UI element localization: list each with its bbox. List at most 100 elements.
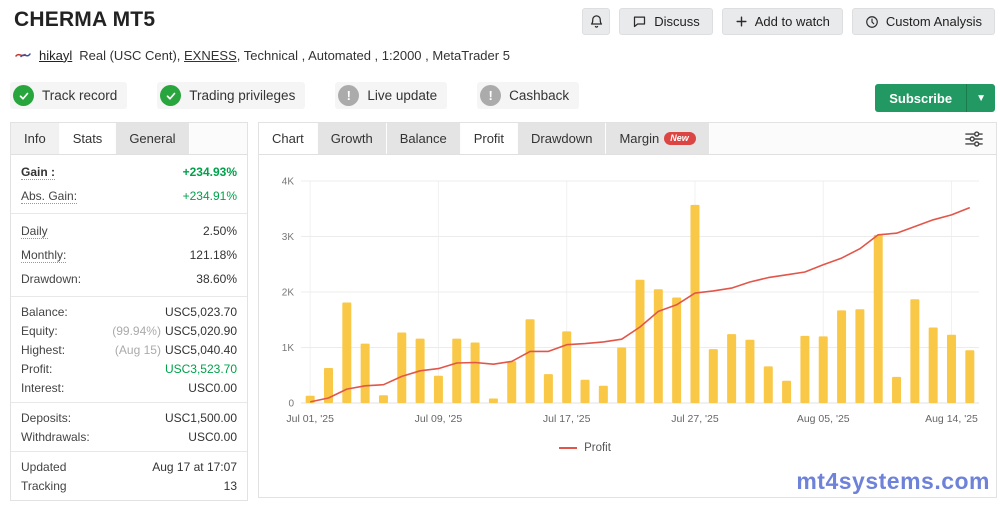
- equity-label: Equity:: [21, 323, 58, 338]
- broker-link[interactable]: EXNESS: [184, 48, 237, 63]
- stat-row-profit: Profit: USC3,523.70: [21, 359, 237, 378]
- svg-text:Jul 27, '25: Jul 27, '25: [671, 413, 719, 425]
- equity-value: (99.94%) USC5,020.90: [112, 323, 237, 338]
- rates-group: Daily 2.50% Monthly: 121.18% Drawdown: 3…: [11, 214, 247, 297]
- updated-value: Aug 17 at 17:07: [152, 459, 237, 474]
- stat-row-abs-gain: Abs. Gain: +234.91%: [21, 184, 237, 208]
- add-to-watch-button[interactable]: Add to watch: [721, 8, 843, 35]
- deposits-value: USC1,500.00: [164, 410, 237, 425]
- tab-margin[interactable]: Margin New: [606, 123, 710, 154]
- live-update-label: Live update: [367, 88, 438, 103]
- daily-value: 2.50%: [202, 224, 237, 238]
- new-badge: New: [664, 132, 696, 145]
- plus-icon: [735, 15, 748, 28]
- chart-panel: Chart Growth Balance Profit Drawdown Mar…: [258, 122, 997, 498]
- highest-label: Highest:: [21, 342, 66, 357]
- tab-drawdown[interactable]: Drawdown: [518, 123, 607, 154]
- exclamation-icon: !: [338, 85, 360, 106]
- tracking-label: Tracking: [21, 478, 67, 493]
- add-to-watch-label: Add to watch: [754, 14, 830, 29]
- legend-line-swatch: [559, 447, 578, 449]
- withdrawals-label: Withdrawals:: [21, 429, 90, 444]
- trading-privileges-badge[interactable]: Trading privileges: [157, 82, 306, 109]
- cashback-label: Cashback: [509, 88, 570, 103]
- profit-chart-canvas[interactable]: 0 1K 2K 3K 4K Jul 01, '25 Jul 09, '25 Jul 17, '…: [265, 169, 989, 431]
- stat-row-tracking: Tracking 13: [21, 476, 237, 495]
- profit-label: Profit:: [21, 361, 53, 376]
- subscribe-label: Subscribe: [889, 90, 953, 106]
- track-record-badge[interactable]: Track record: [10, 82, 128, 109]
- badges-row: Track record Trading privileges ! Live u…: [0, 63, 1000, 109]
- withdrawals-value: USC0.00: [188, 429, 237, 444]
- chart-legend: Profit: [265, 442, 905, 454]
- stat-row-interest: Interest: USC0.00: [21, 378, 237, 397]
- profit-chart[interactable]: 0 1K 2K 3K 4K Jul 01, '25 Jul 09, '25 Jul 17, '…: [259, 155, 996, 454]
- stat-row-withdrawals: Withdrawals: USC0.00: [21, 427, 237, 446]
- subscribe-button[interactable]: Subscribe ▼: [875, 84, 995, 112]
- deposits-group: Deposits: USC1,500.00 Withdrawals: USC0.…: [11, 403, 247, 452]
- stat-row-updated: Updated Aug 17 at 17:07: [21, 457, 237, 476]
- highest-date: (Aug 15): [114, 342, 161, 357]
- chart-settings-icon[interactable]: [964, 130, 984, 148]
- monthly-label[interactable]: Monthly:: [21, 248, 67, 263]
- tab-info[interactable]: Info: [11, 123, 60, 154]
- daily-label[interactable]: Daily: [21, 224, 48, 239]
- tab-chart: Chart: [259, 123, 318, 154]
- tab-balance[interactable]: Balance: [386, 123, 461, 154]
- meta-group: Updated Aug 17 at 17:07 Tracking 13: [11, 452, 247, 500]
- updated-label: Updated: [21, 459, 67, 474]
- discuss-button[interactable]: Discuss: [619, 8, 713, 35]
- exclamation-icon: !: [480, 85, 502, 106]
- gain-group: Gain : +234.93% Abs. Gain: +234.91%: [11, 155, 247, 214]
- svg-text:Jul 01, '25: Jul 01, '25: [286, 413, 334, 425]
- svg-text:2K: 2K: [282, 288, 295, 299]
- check-icon: [160, 85, 182, 106]
- equity-percent: (99.94%): [112, 323, 161, 338]
- custom-analysis-button[interactable]: Custom Analysis: [851, 8, 995, 35]
- account-avatar: [14, 47, 32, 63]
- gain-label[interactable]: Gain :: [21, 165, 56, 180]
- header: CHERMA MT5 Discuss Add to watch Custom A…: [0, 0, 1000, 35]
- gain-value: +234.93%: [182, 165, 237, 179]
- discuss-label: Discuss: [654, 14, 700, 29]
- svg-text:Aug 05, '25: Aug 05, '25: [797, 413, 850, 425]
- notifications-button[interactable]: [582, 8, 611, 35]
- interest-label: Interest:: [21, 380, 65, 395]
- chart-tabs: Chart Growth Balance Profit Drawdown Mar…: [259, 123, 996, 155]
- drawdown-label: Drawdown:: [21, 272, 82, 286]
- stat-row-daily: Daily 2.50%: [21, 219, 237, 243]
- svg-text:Jul 09, '25: Jul 09, '25: [415, 413, 463, 425]
- tab-stats[interactable]: Stats: [59, 123, 117, 154]
- watermark: mt4systems.com: [796, 468, 990, 494]
- account-meta: , Technical , Automated , 1:2000 , MetaT…: [236, 47, 510, 63]
- balance-value: USC5,023.70: [164, 304, 237, 319]
- svg-text:Aug 14, '25: Aug 14, '25: [925, 413, 978, 425]
- deposits-label: Deposits:: [21, 410, 72, 425]
- abs-gain-label[interactable]: Abs. Gain:: [21, 189, 78, 204]
- speech-bubble-icon: [632, 14, 647, 29]
- svg-text:4K: 4K: [282, 177, 295, 188]
- stat-row-highest: Highest: (Aug 15) USC5,040.40: [21, 340, 237, 359]
- tab-profit[interactable]: Profit: [460, 123, 519, 154]
- profit-value: USC3,523.70: [164, 361, 237, 376]
- monthly-value: 121.18%: [189, 248, 237, 262]
- username-link[interactable]: hikayl: [39, 48, 72, 63]
- legend-label: Profit: [584, 442, 611, 454]
- trading-privileges-label: Trading privileges: [189, 88, 296, 103]
- tab-general[interactable]: General: [116, 123, 190, 154]
- svg-text:Jul 17, '25: Jul 17, '25: [543, 413, 591, 425]
- track-record-label: Track record: [42, 88, 118, 103]
- page-title: CHERMA MT5: [14, 8, 156, 31]
- account-type: Real (USC Cent),: [79, 47, 181, 63]
- account-row: hikayl Real (USC Cent), EXNESS, Technica…: [0, 35, 1000, 63]
- chevron-down-icon[interactable]: ▼: [966, 84, 995, 112]
- main: Info Stats General Gain : +234.93% Abs. …: [0, 109, 1000, 501]
- live-update-badge[interactable]: ! Live update: [335, 82, 448, 109]
- stat-row-gain: Gain : +234.93%: [21, 160, 237, 184]
- stat-row-equity: Equity: (99.94%) USC5,020.90: [21, 321, 237, 340]
- stats-tabs: Info Stats General: [11, 123, 247, 155]
- stat-row-deposits: Deposits: USC1,500.00: [21, 408, 237, 427]
- cashback-badge[interactable]: ! Cashback: [477, 82, 580, 109]
- tab-growth[interactable]: Growth: [317, 123, 387, 154]
- stat-row-monthly: Monthly: 121.18%: [21, 243, 237, 267]
